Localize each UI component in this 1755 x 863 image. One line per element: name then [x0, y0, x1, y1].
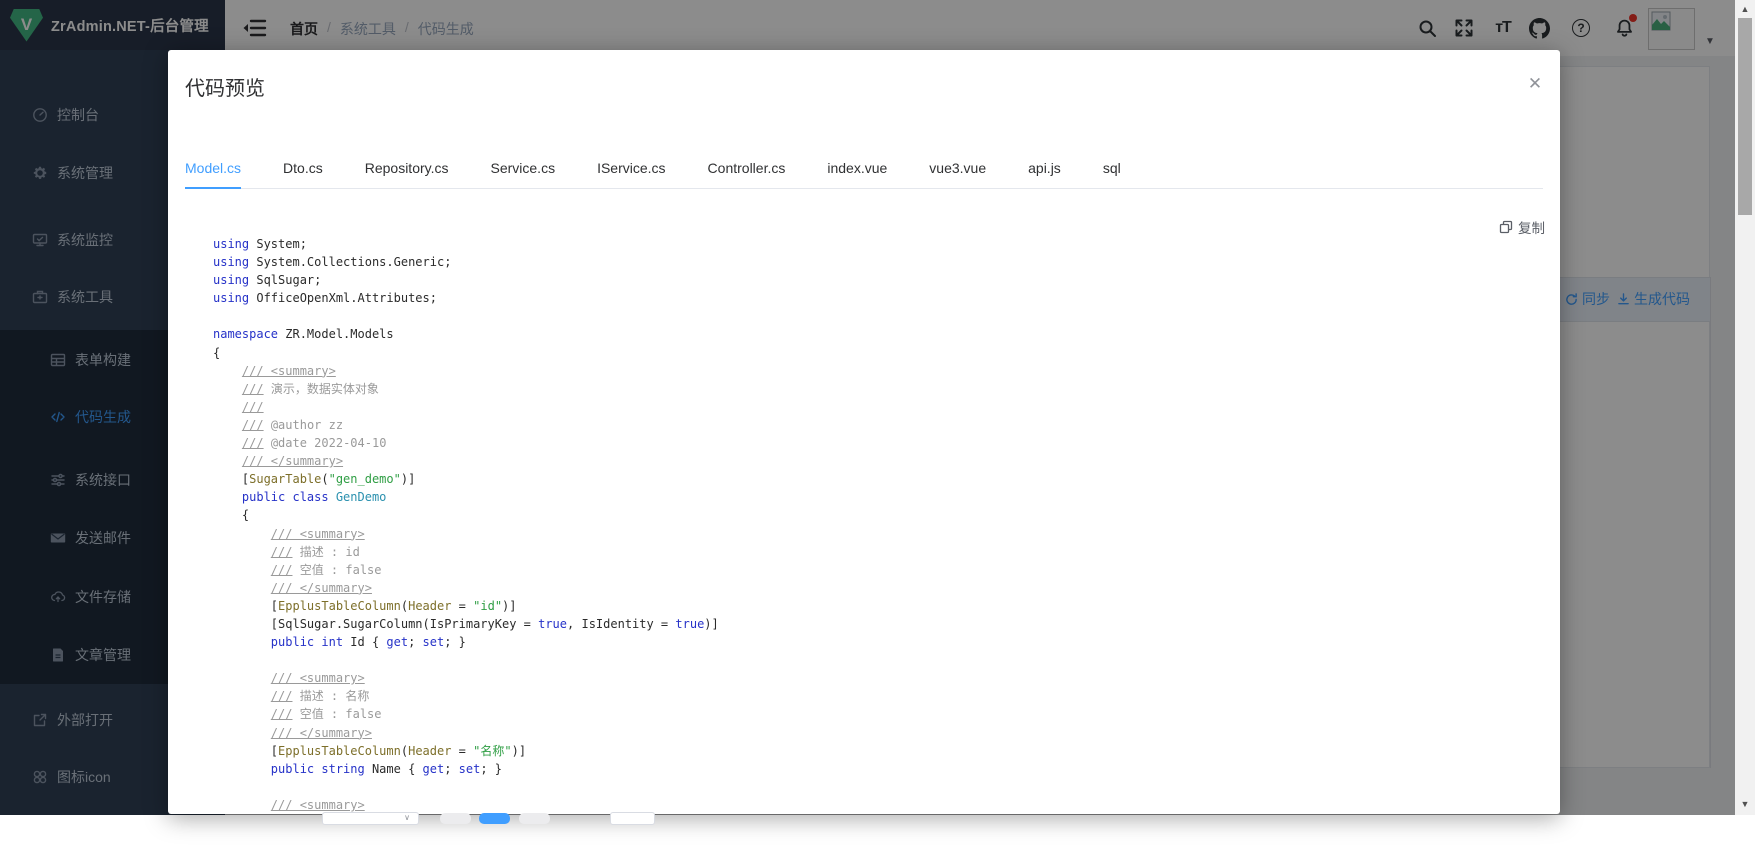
scrollbar-thumb[interactable] [1738, 18, 1752, 215]
tab-dto-cs[interactable]: Dto.cs [283, 150, 323, 189]
pagination-jumper-input[interactable] [610, 812, 655, 825]
tab-vue3-vue[interactable]: vue3.vue [929, 150, 986, 189]
code-block: using System;using System.Collections.Ge… [213, 235, 719, 814]
copy-icon [1499, 220, 1513, 234]
code-file-tabs: Model.cs Dto.cs Repository.cs Service.cs… [185, 150, 1543, 189]
scroll-down-icon[interactable]: ▼ [1735, 799, 1755, 809]
code-preview-dialog: 代码预览 ✕ Model.cs Dto.cs Repository.cs Ser… [168, 50, 1560, 814]
app-root: V ZrAdmin.NET-后台管理 控制台 系统管理 系统监控 [0, 0, 1755, 863]
scroll-up-icon[interactable]: ▲ [1735, 4, 1755, 14]
copy-button[interactable]: 复制 [1499, 217, 1545, 237]
tab-repository-cs[interactable]: Repository.cs [365, 150, 449, 189]
page-size-select[interactable]: ∨ [322, 812, 419, 825]
tab-controller-cs[interactable]: Controller.cs [708, 150, 786, 189]
tab-model-cs[interactable]: Model.cs [185, 150, 241, 189]
browser-scrollbar: ▲ ▼ [1735, 0, 1755, 815]
tab-service-cs[interactable]: Service.cs [491, 150, 556, 189]
dialog-title: 代码预览 [185, 72, 265, 101]
pagination-next-button[interactable] [519, 813, 550, 824]
close-icon[interactable]: ✕ [1523, 72, 1547, 96]
tab-api-js[interactable]: api.js [1028, 150, 1061, 189]
tab-index-vue[interactable]: index.vue [827, 150, 887, 189]
pagination-prev-button[interactable] [440, 813, 471, 824]
select-caret-icon: ∨ [404, 813, 410, 822]
tab-iservice-cs[interactable]: IService.cs [597, 150, 665, 189]
tab-sql[interactable]: sql [1103, 150, 1121, 189]
pagination-active-page[interactable] [479, 813, 510, 824]
